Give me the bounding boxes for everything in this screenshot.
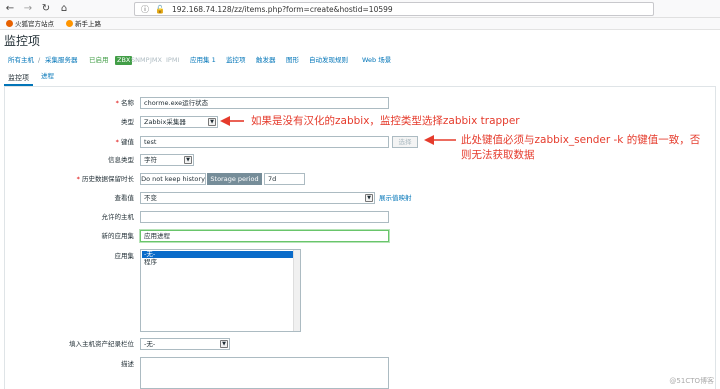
- key-annotation-line-1: 此处键值必须与zabbix_sender -k 的键值一致，否: [461, 134, 701, 146]
- key-annotation-line-2: 则无法获取数据: [461, 149, 535, 161]
- annotation-arrows: [220, 116, 456, 145]
- key-arrowhead: [424, 135, 434, 145]
- type-annotation: 如果是没有汉化的zabbix，监控类型选择zabbix trapper: [251, 115, 520, 127]
- watermark: @51CTO博客: [669, 377, 714, 385]
- type-arrowhead: [220, 116, 230, 126]
